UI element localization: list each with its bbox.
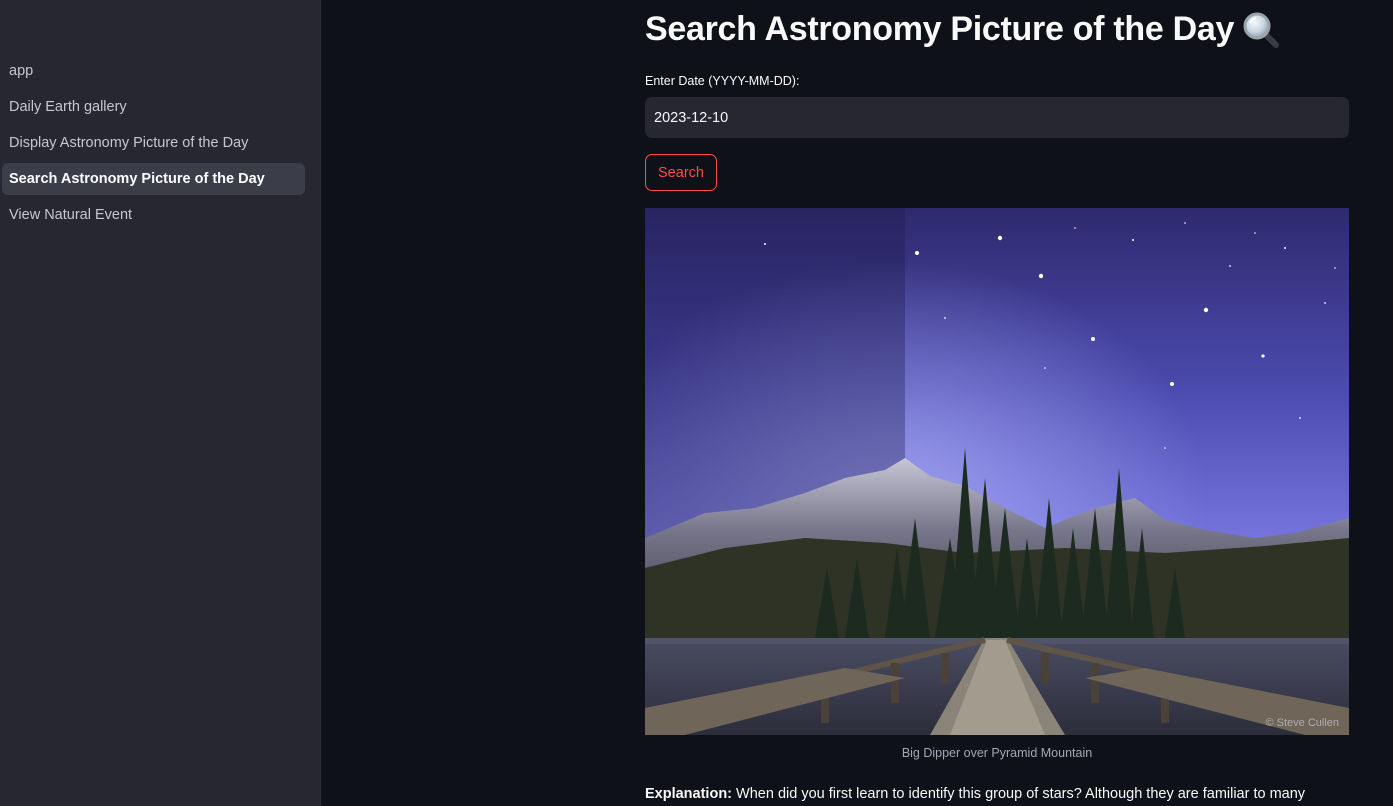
sidebar: app Daily Earth gallery Display Astronom… bbox=[0, 0, 321, 806]
magnifying-glass-icon bbox=[1242, 11, 1280, 49]
sidebar-item-display-apod[interactable]: Display Astronomy Picture of the Day bbox=[2, 127, 305, 159]
sidebar-nav: app Daily Earth gallery Display Astronom… bbox=[2, 55, 305, 235]
image-caption: Big Dipper over Pyramid Mountain bbox=[901, 746, 1093, 760]
sidebar-item-label: View Natural Event bbox=[9, 207, 133, 223]
explanation-label: Explanation: bbox=[645, 786, 733, 802]
sidebar-item-label: Search Astronomy Picture of the Day bbox=[9, 171, 265, 187]
sidebar-item-label: app bbox=[9, 63, 34, 79]
date-input[interactable] bbox=[645, 97, 1349, 138]
sidebar-item-daily-earth-gallery[interactable]: Daily Earth gallery bbox=[2, 91, 305, 123]
apod-image: © Steve Cullen bbox=[645, 208, 1349, 735]
sidebar-item-search-apod[interactable]: Search Astronomy Picture of the Day bbox=[2, 163, 305, 195]
sidebar-item-app[interactable]: app bbox=[2, 55, 305, 87]
page-header: Search Astronomy Picture of the Day bbox=[645, 10, 1280, 49]
sidebar-item-label: Display Astronomy Picture of the Day bbox=[9, 135, 249, 151]
page-title: Search Astronomy Picture of the Day bbox=[645, 10, 1235, 48]
sidebar-item-view-natural-event[interactable]: View Natural Event bbox=[2, 199, 305, 231]
explanation-text: Explanation: When did you first learn to… bbox=[645, 786, 1349, 806]
explanation-body: When did you first learn to identify thi… bbox=[736, 786, 1306, 802]
search-button[interactable]: Search bbox=[645, 154, 717, 191]
image-credit: © Steve Cullen bbox=[1265, 717, 1339, 729]
date-field-label: Enter Date (YYYY-MM-DD): bbox=[645, 74, 800, 88]
sidebar-item-label: Daily Earth gallery bbox=[9, 99, 127, 115]
apod-image-graphic bbox=[645, 208, 1349, 735]
